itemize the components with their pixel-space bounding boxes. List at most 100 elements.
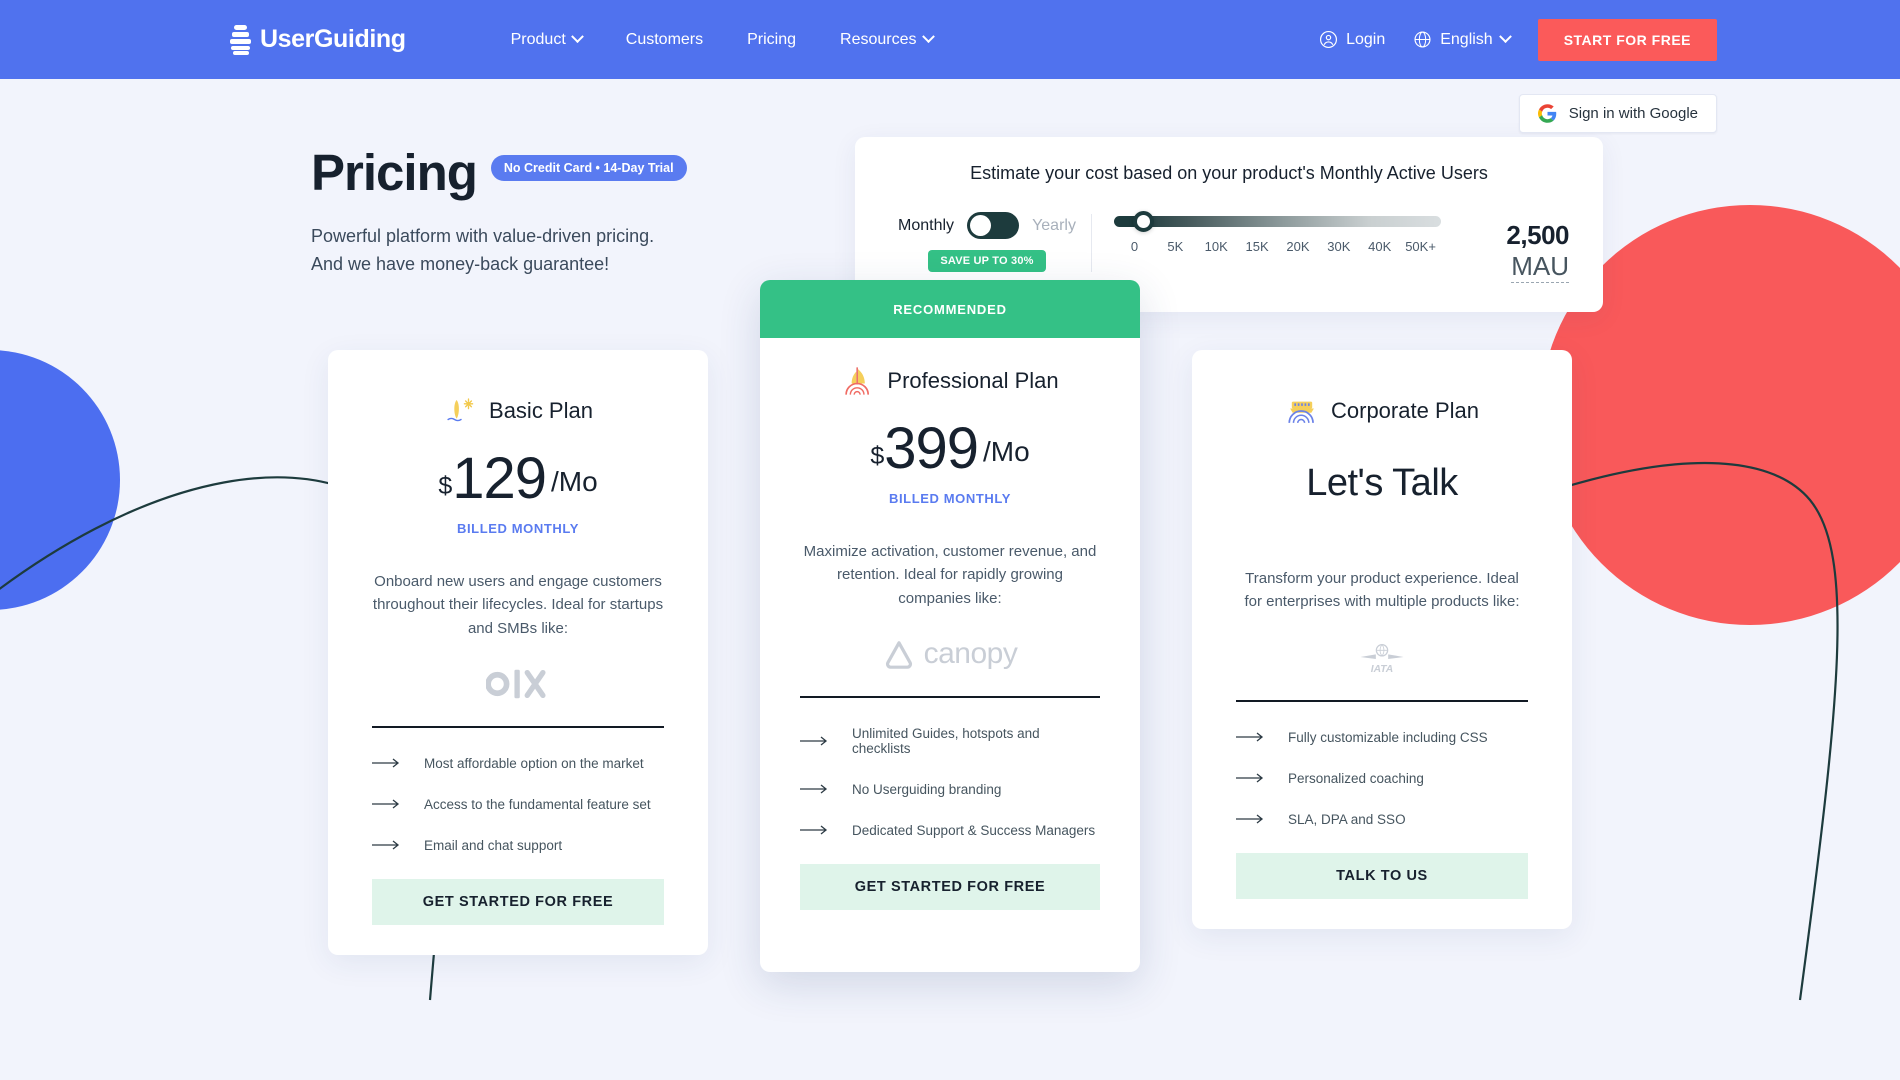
divider-basic — [372, 725, 664, 728]
feature-label: Access to the fundamental feature set — [424, 796, 651, 812]
billing-period-toggle-group: Monthly Yearly SAVE UP TO 30% — [889, 212, 1085, 272]
price-currency: $ — [438, 472, 453, 500]
cruise-ship-icon — [1288, 401, 1314, 424]
hero-subtitle-line2: And we have money-back guarantee! — [311, 254, 610, 275]
card-bottom-spacer — [800, 910, 1100, 972]
canopy-logo-text: canopy — [923, 636, 1018, 670]
start-for-free-button[interactable]: START FOR FREE — [1537, 18, 1717, 61]
nav-item-pricing[interactable]: Pricing — [747, 31, 796, 49]
login-link[interactable]: Login — [1319, 30, 1385, 49]
billing-period-switch[interactable] — [967, 212, 1020, 239]
yearly-label: Yearly — [1032, 216, 1076, 234]
sailboat-icon — [845, 367, 870, 395]
plan-card-corporate: Corporate Plan Let's Talk Transform your… — [1192, 350, 1572, 929]
price-currency: $ — [870, 442, 885, 470]
svg-text:IATA: IATA — [1371, 663, 1393, 674]
surfboard-sun-icon — [447, 398, 474, 422]
plan-header-basic: Basic Plan — [372, 394, 664, 428]
get-started-button-basic[interactable]: GET STARTED FOR FREE — [372, 878, 664, 925]
plan-price-corporate: Let's Talk — [1306, 462, 1458, 504]
nav-item-resources[interactable]: Resources — [840, 30, 935, 49]
nav-item-product[interactable]: Product — [510, 30, 584, 49]
globe-icon — [1414, 31, 1431, 48]
mau-slider[interactable] — [1114, 211, 1441, 232]
mau-value-display: 2,500 MAU — [1441, 212, 1569, 283]
brand-logo[interactable]: UserGuiding — [230, 24, 406, 55]
feature-item: Email and chat support — [372, 838, 664, 853]
language-label: English — [1440, 30, 1493, 48]
nav-item-pricing-label: Pricing — [747, 30, 797, 48]
feature-label: Unlimited Guides, hotspots and checklist… — [852, 725, 1040, 756]
iata-logo: IATA — [1360, 643, 1404, 674]
mau-slider-ticks: 0 5K 10K 15K 20K 30K 40K 50K+ — [1114, 239, 1441, 254]
estimator-title: Estimate your cost based on your product… — [970, 163, 1488, 183]
plan-header-corporate: Corporate Plan — [1236, 394, 1528, 428]
plan-features-corporate: Fully customizable including CSS Persona… — [1236, 730, 1528, 827]
feature-item: Personalized coaching — [1236, 771, 1528, 786]
price-amount: 399 — [884, 416, 979, 481]
feature-label: Personalized coaching — [1288, 770, 1424, 786]
plan-description-corporate: Transform your product experience. Ideal… — [1244, 570, 1520, 611]
chevron-down-icon — [570, 30, 584, 44]
login-label: Login — [1346, 30, 1386, 48]
google-icon — [1537, 104, 1556, 123]
price-amount: 129 — [452, 446, 547, 511]
nav-item-customers[interactable]: Customers — [626, 31, 703, 49]
get-started-button-professional[interactable]: GET STARTED FOR FREE — [800, 863, 1100, 910]
plan-header-professional: Professional Plan — [800, 364, 1100, 398]
plan-features-professional: Unlimited Guides, hotspots and checklist… — [800, 726, 1100, 838]
user-circle-icon — [1320, 30, 1338, 49]
hero-left: Pricing No Credit Card • 14-Day Trial Po… — [311, 147, 831, 312]
billing-toggle-row: Monthly Yearly — [898, 212, 1076, 239]
save-badge: SAVE UP TO 30% — [928, 250, 1046, 272]
price-period: /Mo — [983, 436, 1030, 467]
recommended-ribbon: RECOMMENDED — [760, 280, 1140, 338]
nav-item-resources-label: Resources — [840, 30, 917, 48]
arrow-right-icon — [1236, 814, 1264, 824]
slider-tick: 30K — [1327, 239, 1351, 254]
plan-features-basic: Most affordable option on the market Acc… — [372, 756, 664, 853]
feature-label: Dedicated Support & Success Managers — [852, 822, 1096, 838]
nav-item-customers-label: Customers — [625, 30, 704, 48]
feature-label: Email and chat support — [424, 837, 563, 853]
pricing-plans: Basic Plan $ 129 /Mo BILLED MONTHLY Onbo… — [0, 280, 1900, 972]
slider-tick: 40K — [1368, 239, 1392, 254]
language-selector[interactable]: English — [1413, 30, 1512, 49]
plan-card-basic: Basic Plan $ 129 /Mo BILLED MONTHLY Onbo… — [328, 350, 708, 955]
price-period: /Mo — [551, 466, 598, 497]
feature-item: Dedicated Support & Success Managers — [800, 823, 1100, 838]
feature-item: Unlimited Guides, hotspots and checklist… — [800, 726, 1100, 756]
feature-item: Fully customizable including CSS — [1236, 730, 1528, 745]
sign-in-with-google-button[interactable]: Sign in with Google — [1518, 94, 1717, 133]
customer-logo-corporate: IATA — [1236, 626, 1528, 690]
userguiding-lighthouse-icon — [230, 24, 251, 55]
nav-item-product-label: Product — [510, 30, 566, 48]
slider-tick: 15K — [1245, 239, 1269, 254]
slider-tick: 5K — [1167, 239, 1184, 254]
top-navigation-bar: UserGuiding Product Customers Pricing Re… — [0, 0, 1900, 79]
plan-price-basic: $ 129 /Mo — [372, 450, 664, 508]
customer-logo-basic — [372, 652, 664, 716]
nav-links: Product Customers Pricing Resources — [510, 30, 935, 49]
card-bottom-spacer — [372, 925, 664, 955]
monthly-label: Monthly — [898, 216, 955, 234]
talk-to-us-button[interactable]: TALK TO US — [1236, 852, 1528, 899]
feature-label: No Userguiding branding — [852, 781, 1002, 797]
feature-item: SLA, DPA and SSO — [1236, 812, 1528, 827]
plan-price-professional: $ 399 /Mo — [800, 420, 1100, 478]
arrow-right-icon — [372, 799, 400, 809]
feature-item: Most affordable option on the market — [372, 756, 664, 771]
arrow-right-icon — [800, 736, 828, 746]
canopy-logo-mark — [885, 640, 912, 669]
feature-label: Fully customizable including CSS — [1288, 729, 1488, 745]
card-bottom-spacer — [1236, 899, 1528, 929]
feature-item: No Userguiding branding — [800, 782, 1100, 797]
switch-knob — [970, 215, 992, 236]
arrow-right-icon — [1236, 773, 1264, 783]
chevron-down-icon — [1498, 30, 1512, 44]
vertical-divider — [1091, 214, 1092, 272]
slider-tick: 0 — [1130, 239, 1139, 254]
hero-subtitle-line1: Powerful platform with value-driven pric… — [311, 226, 655, 246]
divider-professional — [800, 695, 1100, 698]
mau-slider-handle[interactable] — [1133, 211, 1154, 232]
